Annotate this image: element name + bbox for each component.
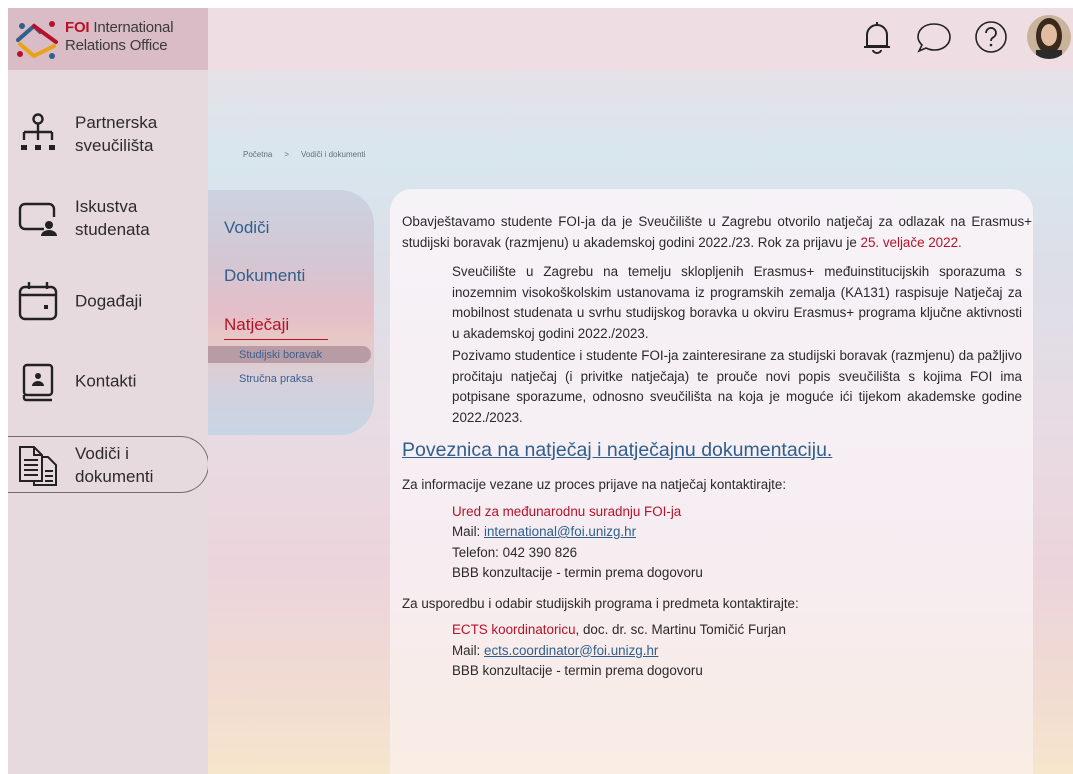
breadcrumb: Početna > Vodiči i dokumenti <box>243 150 366 159</box>
sidebar-item-label: Kontakti <box>75 371 137 391</box>
logo-mark-icon <box>16 21 58 59</box>
network-icon <box>21 113 55 150</box>
content-card: Obavještavamo studente FOI-ja da je Sveu… <box>390 189 1033 774</box>
contact1-office: Ured za međunarodnu suradnju FOI-ja <box>452 503 682 519</box>
contact2-mail-row: Mail: ects.coordinator@foi.unizg.hr <box>452 641 1022 662</box>
chat-icon[interactable] <box>915 18 953 56</box>
sidebar-item-partner-universities[interactable]: Partnerska sveučilišta <box>8 104 208 164</box>
competition-docs-link[interactable]: Poveznica na natječaj i natječajnu dokum… <box>402 437 832 463</box>
contact1-mail-row: Mail: international@foi.unizg.hr <box>452 522 1022 543</box>
mail-label: Mail: <box>452 524 484 539</box>
contact2-role-row: ECTS koordinatoricu, doc. dr. sc. Martin… <box>452 620 1022 641</box>
contact2-role: ECTS koordinatoricu <box>452 622 576 637</box>
paragraph-2: Pozivamo studentice i studente FOI-ja za… <box>452 348 1022 425</box>
subnav-item-competitions[interactable]: Natječaji <box>224 315 289 335</box>
logo-foi: FOI <box>65 19 90 36</box>
subnav-item-documents[interactable]: Dokumenti <box>224 266 305 286</box>
contact1-mail-link[interactable]: international@foi.unizg.hr <box>484 524 636 539</box>
subnav-subitem-study-stay[interactable]: Studijski boravak <box>239 349 322 361</box>
app-frame: FOI International Relations Office Partn… <box>0 0 1073 774</box>
sidebar: FOI International Relations Office Partn… <box>8 8 209 774</box>
paragraph-1: Sveučilište u Zagrebu na temelju skloplj… <box>452 264 1022 341</box>
sub-navigation: Vodiči Dokumenti Natječaji Studijski bor… <box>208 190 374 435</box>
contact2-bbb: BBB konzultacije - termin prema dogovoru <box>452 663 703 678</box>
intro-paragraph: Obavještavamo studente FOI-ja da je Sveu… <box>402 212 1032 253</box>
subnav-subitem-internship[interactable]: Stručna praksa <box>239 373 313 385</box>
breadcrumb-separator: > <box>284 150 290 159</box>
calendar-icon <box>18 282 58 321</box>
breadcrumb-current: Vodiči i dokumenti <box>301 150 366 159</box>
mail-label: Mail: <box>452 642 484 658</box>
contact2-intro: Za usporedbu i odabir studijskih program… <box>402 595 799 611</box>
active-underline <box>224 339 328 340</box>
user-screen-icon <box>18 202 57 236</box>
content-body: Obavještavamo studente FOI-ja da je Sveu… <box>402 212 1032 682</box>
contact2-block: ECTS koordinatoricu, doc. dr. sc. Martin… <box>402 620 1032 682</box>
sidebar-item-label: Događaji <box>75 291 143 311</box>
contact1-block: Ured za međunarodnu suradnju FOI-ja Mail… <box>402 502 1032 584</box>
contact2-mail-link[interactable]: ects.coordinator@foi.unizg.hr <box>484 643 658 658</box>
sidebar-item-label: Iskustva studenata <box>75 197 150 239</box>
subnav-item-guides[interactable]: Vodiči <box>224 218 269 238</box>
logo-name-line2: Relations Office <box>65 37 168 54</box>
sidebar-item-label: Vodiči i dokumenti <box>75 443 154 486</box>
contact1-intro: Za informacije vezane uz proces prijave … <box>402 477 787 492</box>
sidebar-item-label: Partnerska sveučilišta <box>75 113 158 155</box>
logo-name-rest: International <box>89 19 174 36</box>
top-bar <box>208 8 1073 70</box>
avatar[interactable] <box>1026 14 1072 60</box>
contact-book-icon <box>22 363 54 402</box>
help-icon[interactable] <box>972 18 1010 56</box>
sidebar-item-student-experiences[interactable]: Iskustva studenata <box>8 188 208 248</box>
contact2-person: , doc. dr. sc. Martinu Tomičić Furjan <box>575 622 786 637</box>
link-row: Poveznica na natječaj i natječajnu dokum… <box>402 437 1032 463</box>
contact1-phone: Telefon: 042 390 826 <box>452 544 578 560</box>
contact1-bbb: BBB konzultacije - termin prema dogovoru <box>452 565 703 580</box>
sidebar-item-guides-documents[interactable]: Vodiči i dokumenti <box>8 436 209 493</box>
sidebar-item-events[interactable]: Događaji <box>8 271 208 331</box>
bell-icon[interactable] <box>858 18 896 56</box>
breadcrumb-home[interactable]: Početna <box>243 150 272 159</box>
deadline: 25. veljače 2022. <box>860 234 962 250</box>
main-area: Početna > Vodiči i dokumenti Vodiči Dokume… <box>208 8 1073 774</box>
logo-text: FOI International Relations Office <box>65 19 174 55</box>
logo[interactable]: FOI International Relations Office <box>8 8 208 70</box>
sidebar-item-contacts[interactable]: Kontakti <box>8 351 208 411</box>
documents-icon <box>19 445 57 486</box>
